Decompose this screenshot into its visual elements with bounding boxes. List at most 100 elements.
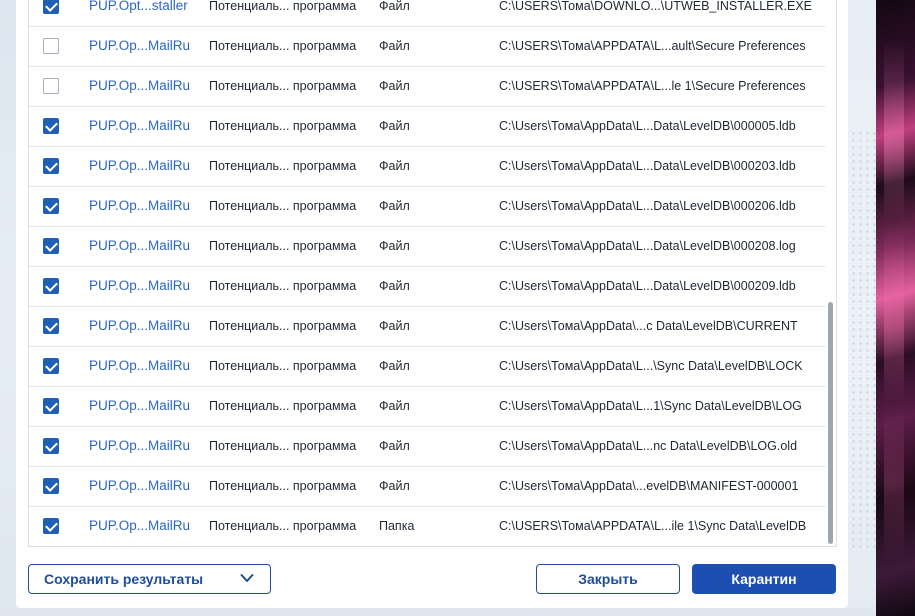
threat-category: Потенциаль... программа (209, 479, 357, 493)
threat-name-link[interactable]: PUP.Op...MailRu (89, 186, 199, 226)
object-location: C:\Users\Тома\AppData\L...Data\LevelDB\0… (499, 239, 796, 253)
table-row[interactable]: PUP.Opt...staller Потенциаль... программа… (29, 0, 826, 27)
object-location: C:\USERS\Тома\APPDATA\L...ile 1\Sync Dat… (499, 519, 807, 533)
chevron-down-icon[interactable] (240, 571, 254, 585)
row-checkbox-cell (43, 426, 61, 466)
row-checkbox[interactable] (43, 398, 59, 414)
threat-name-link[interactable]: PUP.Op...MailRu (89, 306, 199, 346)
table-row[interactable]: PUP.Op...MailRu Потенциаль... программа Фа… (29, 26, 826, 67)
row-checkbox-cell (43, 306, 61, 346)
threat-category: Потенциаль... программа (209, 399, 357, 413)
threats-table: PUP.Opt...staller Потенциаль... программа… (28, 0, 837, 547)
row-checkbox[interactable] (43, 198, 59, 214)
row-checkbox[interactable] (43, 358, 59, 374)
object-type: Файл (379, 239, 410, 253)
row-checkbox-cell (43, 386, 61, 426)
table-row[interactable]: PUP.Op...MailRu Потенциаль... программа Фа… (29, 306, 826, 347)
threat-name-link[interactable]: PUP.Op...MailRu (89, 506, 199, 546)
threat-name-link[interactable]: PUP.Op...MailRu (89, 466, 199, 506)
object-type: Файл (379, 199, 410, 213)
threat-name-link[interactable]: PUP.Op...MailRu (89, 106, 199, 146)
save-results-label: Сохранить результаты (44, 571, 204, 587)
table-row[interactable]: PUP.Op...MailRu Потенциаль... программа Фа… (29, 146, 826, 187)
row-checkbox[interactable] (43, 78, 59, 94)
row-checkbox[interactable] (43, 238, 59, 254)
row-checkbox[interactable] (43, 438, 59, 454)
table-row[interactable]: PUP.Op...MailRu Потенциаль... программа Фа… (29, 466, 826, 507)
object-location: C:\Users\Тома\AppData\L...Data\LevelDB\0… (499, 159, 796, 173)
threat-category: Потенциаль... программа (209, 199, 357, 213)
row-checkbox-cell (43, 506, 61, 546)
row-checkbox[interactable] (43, 318, 59, 334)
threat-name-link[interactable]: PUP.Op...MailRu (89, 346, 199, 386)
table-row[interactable]: PUP.Op...MailRu Потенциаль... программа Фа… (29, 346, 826, 387)
close-button[interactable]: Закрыть (536, 564, 680, 594)
row-checkbox-cell (43, 106, 61, 146)
threat-name-link[interactable]: PUP.Op...MailRu (89, 266, 199, 306)
threat-name-link[interactable]: PUP.Op...MailRu (89, 426, 199, 466)
row-checkbox-cell (43, 266, 61, 306)
row-checkbox[interactable] (43, 158, 59, 174)
object-type: Файл (379, 479, 410, 493)
object-type: Файл (379, 439, 410, 453)
row-checkbox[interactable] (43, 38, 59, 54)
row-checkbox-cell (43, 66, 61, 106)
desktop-background-bottom (0, 608, 876, 616)
object-location: C:\Users\Тома\AppData\L...\Sync Data\Lev… (499, 359, 803, 373)
threat-name-link[interactable]: PUP.Opt...staller (89, 0, 199, 26)
row-checkbox[interactable] (43, 118, 59, 134)
row-checkbox[interactable] (43, 278, 59, 294)
threat-category: Потенциаль... программа (209, 39, 357, 53)
threat-category: Потенциаль... программа (209, 359, 357, 373)
row-checkbox[interactable] (43, 518, 59, 534)
threat-name-link[interactable]: PUP.Op...MailRu (89, 66, 199, 106)
object-type: Файл (379, 279, 410, 293)
save-results-button[interactable]: Сохранить результаты (28, 564, 271, 594)
threat-category: Потенциаль... программа (209, 319, 357, 333)
scrollbar-thumb[interactable] (828, 302, 833, 544)
object-type: Файл (379, 319, 410, 333)
object-type: Файл (379, 0, 410, 13)
table-row[interactable]: PUP.Op...MailRu Потенциаль... программа Фа… (29, 266, 826, 307)
row-checkbox[interactable] (43, 0, 59, 14)
object-location: C:\USERS\Тома\APPDATA\L...le 1\Secure Pr… (499, 79, 806, 93)
desktop-background-left (0, 0, 16, 616)
object-location: C:\Users\Тома\AppData\L...Data\LevelDB\0… (499, 199, 796, 213)
threat-name-link[interactable]: PUP.Op...MailRu (89, 26, 199, 66)
object-type: Папка (379, 519, 415, 533)
object-location: C:\Users\Тома\AppData\L...1\Sync Data\Le… (499, 399, 802, 413)
row-checkbox-cell (43, 146, 61, 186)
row-checkbox-cell (43, 0, 61, 26)
object-type: Файл (379, 399, 410, 413)
row-checkbox-cell (43, 186, 61, 226)
row-checkbox-cell (43, 26, 61, 66)
object-location: C:\Users\Тома\AppData\L...Data\LevelDB\0… (499, 279, 796, 293)
table-row[interactable]: PUP.Op...MailRu Потенциаль... программа Фа… (29, 226, 826, 267)
object-type: Файл (379, 359, 410, 373)
table-row[interactable]: PUP.Op...MailRu Потенциаль... программа Фа… (29, 66, 826, 107)
row-checkbox[interactable] (43, 478, 59, 494)
object-type: Файл (379, 39, 410, 53)
threat-category: Потенциаль... программа (209, 79, 357, 93)
table-row[interactable]: PUP.Op...MailRu Потенциаль... программа Фа… (29, 106, 826, 147)
object-location: C:\USERS\Тома\DOWNLO...\UTWEB_INSTALLER.… (499, 0, 813, 13)
object-location: C:\Users\Тома\AppData\L...Data\LevelDB\0… (499, 119, 796, 133)
object-location: C:\USERS\Тома\APPDATA\L...ault\Secure Pr… (499, 39, 806, 53)
table-row[interactable]: PUP.Op...MailRu Потенциаль... программа Фа… (29, 386, 826, 427)
table-row[interactable]: PUP.Op...MailRu Потенциаль... программа Фа… (29, 186, 826, 227)
object-type: Файл (379, 119, 410, 133)
object-type: Файл (379, 159, 410, 173)
threat-name-link[interactable]: PUP.Op...MailRu (89, 386, 199, 426)
threat-category: Потенциаль... программа (209, 159, 357, 173)
table-row[interactable]: PUP.Op...MailRu Потенциаль... программа Па… (29, 506, 826, 546)
row-checkbox-cell (43, 466, 61, 506)
threat-name-link[interactable]: PUP.Op...MailRu (89, 146, 199, 186)
threat-name-link[interactable]: PUP.Op...MailRu (89, 226, 199, 266)
table-row[interactable]: PUP.Op...MailRu Потенциаль... программа Фа… (29, 426, 826, 467)
quarantine-button[interactable]: Карантин (692, 564, 836, 594)
desktop-wallpaper (876, 0, 915, 616)
threat-category: Потенциаль... программа (209, 119, 357, 133)
threat-category: Потенциаль... программа (209, 239, 357, 253)
object-location: C:\Users\Тома\AppData\L...nc Data\LevelD… (499, 439, 798, 453)
row-checkbox-cell (43, 226, 61, 266)
